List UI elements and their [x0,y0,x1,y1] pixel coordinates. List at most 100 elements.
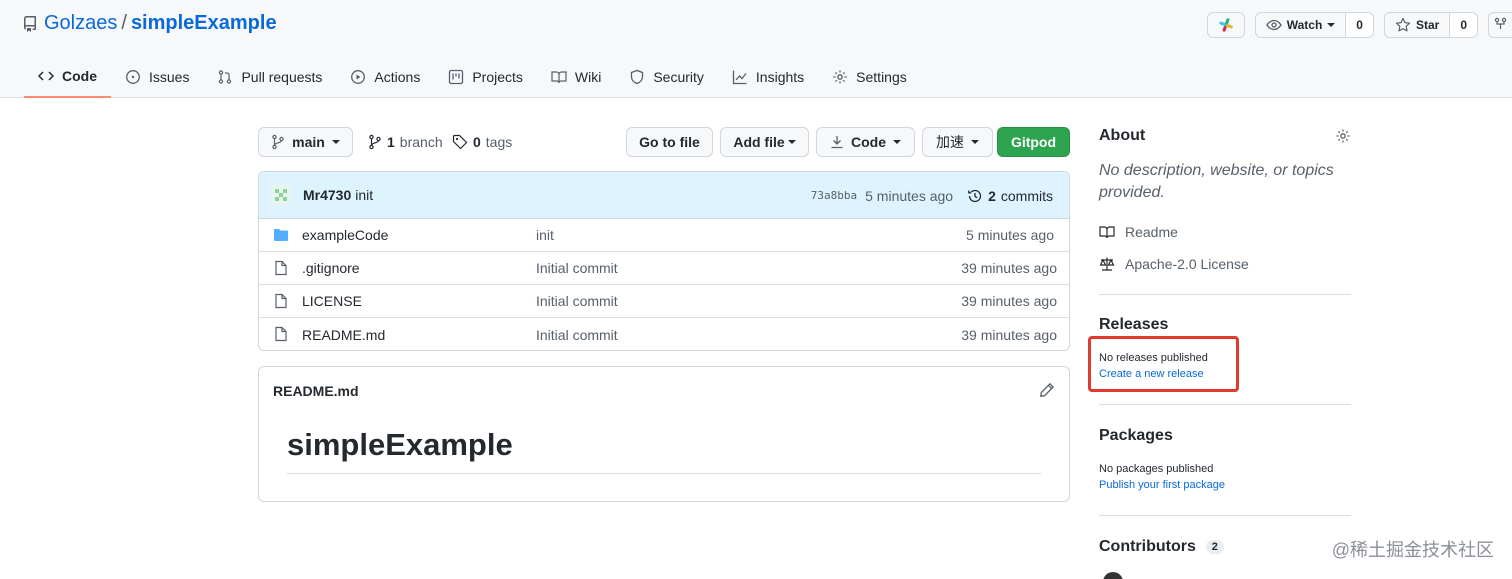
branch-select-button[interactable]: main [258,127,353,157]
file-name-link[interactable]: LICENSE [302,293,362,309]
book-icon [1099,224,1115,240]
commit-count: 2 [988,187,996,204]
shield-icon [629,69,645,85]
readme-header: README.md [259,367,1069,415]
chevron-down-icon [971,140,979,144]
repo-owner-link[interactable]: Golzaes [44,12,117,35]
watch-button[interactable]: Watch 0 [1254,12,1374,38]
tab-label: Pull requests [241,69,323,85]
file-commit-message[interactable]: Initial commit [536,327,618,343]
tab-code[interactable]: Code [24,56,111,98]
file-row-examplecode[interactable]: exampleCode init 5 minutes ago [259,219,1069,252]
repo-icon [22,15,38,32]
fork-button[interactable] [1488,12,1512,38]
book-icon [551,69,567,85]
about-title: About [1099,127,1146,144]
chevron-down-icon [787,140,796,144]
file-row-gitignore[interactable]: .gitignore Initial commit 39 minutes ago [259,252,1069,285]
publish-package-link[interactable]: Publish your first package [1099,477,1351,493]
tab-label: Projects [472,69,523,85]
chevron-down-icon [331,140,340,144]
add-file-label: Add file [733,134,785,150]
file-name-link[interactable]: README.md [302,327,385,343]
tab-security[interactable]: Security [615,56,718,98]
add-file-button[interactable]: Add file [720,127,809,157]
repo-separator: / [121,12,127,34]
license-link[interactable]: Apache-2.0 License [1099,248,1351,280]
file-row-license[interactable]: LICENSE Initial commit 39 minutes ago [259,285,1069,318]
history-icon [967,188,983,204]
branch-name: main [292,134,325,150]
avatar[interactable] [1103,572,1123,579]
repo-name-link[interactable]: simpleExample [131,12,277,35]
accelerate-button[interactable]: 加速 [922,127,993,157]
file-name-link[interactable]: exampleCode [302,227,388,243]
commit-author-link[interactable]: Mr4730 [303,187,351,203]
tab-actions[interactable]: Actions [336,56,434,98]
file-age: 5 minutes ago [966,227,1054,243]
packages-title[interactable]: Packages [1099,427,1351,445]
commits-link[interactable]: 2 commits [967,188,1053,204]
project-icon [448,69,464,85]
watch-label: Watch [1286,18,1323,32]
file-icon [273,293,289,309]
repo-header: Golzaes / simpleExample Watch 0 Star 0 C… [0,0,1512,98]
watch-count[interactable]: 0 [1345,13,1373,37]
file-age: 39 minutes ago [961,326,1057,343]
tab-wiki[interactable]: Wiki [537,56,615,98]
tab-insights[interactable]: Insights [718,56,818,98]
about-header: About [1099,120,1351,152]
file-commit-message[interactable]: init [536,227,554,243]
releases-title[interactable]: Releases [1099,316,1351,334]
slack-button[interactable] [1206,12,1245,38]
readme-link[interactable]: Readme [1099,216,1351,248]
readme-filename-link[interactable]: README.md [273,383,359,399]
branches-link[interactable]: 1 branch [368,127,443,157]
file-row-readme[interactable]: README.md Initial commit 39 minutes ago [259,318,1069,350]
file-name-link[interactable]: .gitignore [302,260,360,276]
contributors-count: 2 [1205,540,1224,555]
gear-icon[interactable] [1335,128,1351,144]
avatar[interactable] [271,185,291,205]
tab-settings[interactable]: Settings [818,56,921,98]
star-icon [1395,17,1411,33]
folder-icon [273,227,289,243]
tab-label: Wiki [574,69,602,85]
header-actions: Watch 0 Star 0 [1206,12,1512,38]
license-link-label: Apache-2.0 License [1125,256,1249,272]
file-icon [273,260,289,276]
download-icon [830,135,844,149]
repo-title: Golzaes / simpleExample [22,12,277,35]
contributors-title[interactable]: Contributors [1099,538,1196,555]
accelerate-label: 加速 [936,134,964,150]
branch-count: 1 [387,134,395,150]
tab-issues[interactable]: Issues [111,56,203,98]
file-commit-message[interactable]: Initial commit [536,293,618,309]
go-to-file-button[interactable]: Go to file [626,127,713,157]
file-list: Mr4730 init 73a8bba 5 minutes ago 2 comm… [258,171,1070,351]
tab-pull-requests[interactable]: Pull requests [203,56,336,98]
code-button[interactable]: Code [816,127,915,157]
gear-icon [832,69,848,85]
tab-label: Code [62,68,97,84]
gitpod-button[interactable]: Gitpod [997,127,1070,157]
commit-message-link[interactable]: init [355,187,373,203]
tab-projects[interactable]: Projects [434,56,537,98]
commit-sha-link[interactable]: 73a8bba [811,189,857,202]
code-button-label: Code [851,134,886,150]
tags-link[interactable]: 0 tags [452,127,512,157]
code-icon [38,68,54,84]
star-button[interactable]: Star 0 [1383,12,1478,38]
fork-icon [1489,17,1507,33]
pencil-icon[interactable] [1039,382,1055,398]
eye-icon [1265,17,1282,33]
readme-link-label: Readme [1125,224,1178,240]
file-commit-message[interactable]: Initial commit [536,260,618,276]
git-branch-icon [368,134,382,150]
highlight-annotation [1088,336,1239,392]
star-count[interactable]: 0 [1449,13,1477,37]
git-branch-icon [271,134,285,150]
tab-label: Insights [755,69,805,85]
play-icon [350,69,366,85]
file-age: 39 minutes ago [961,260,1057,276]
